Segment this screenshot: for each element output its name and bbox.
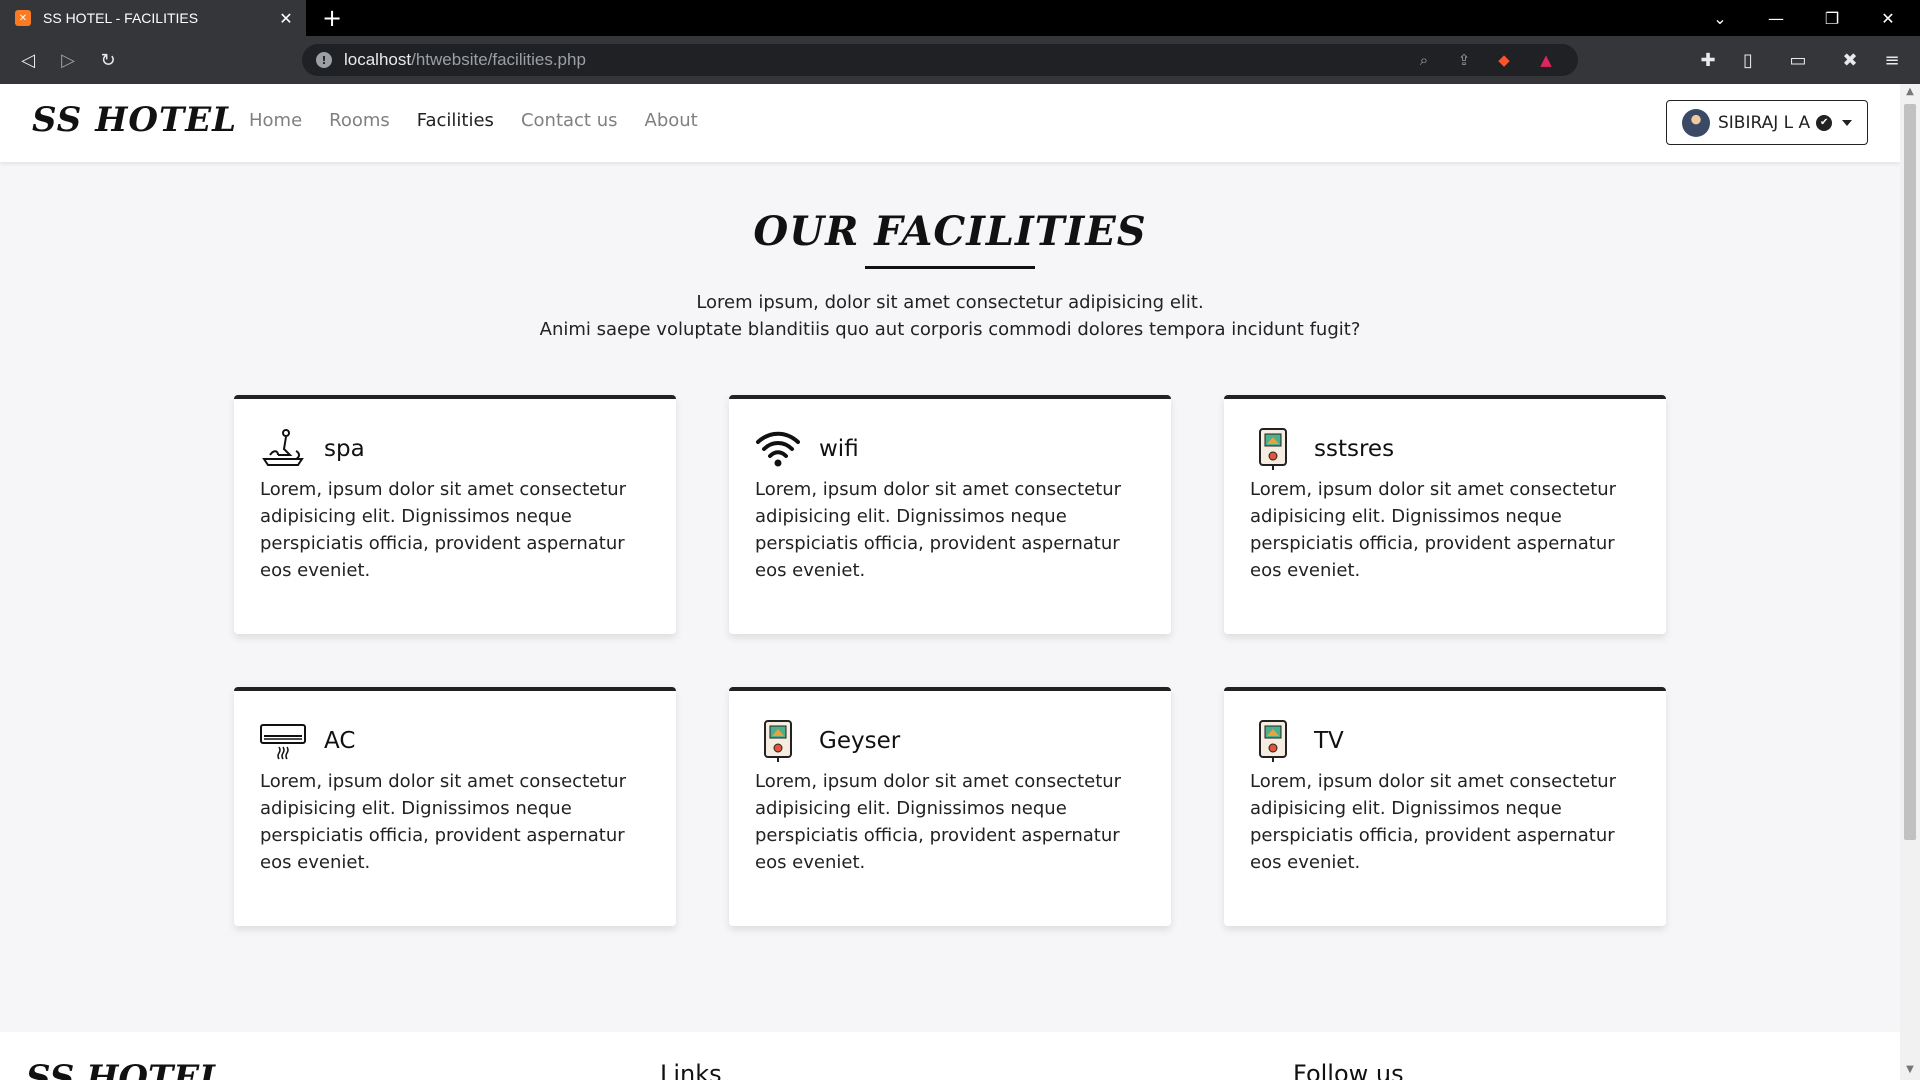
heater-icon <box>1250 719 1296 763</box>
url-host: localhost <box>344 50 412 69</box>
facility-title: TV <box>1314 728 1344 754</box>
facility-card-geyser: Geyser Lorem, ipsum dolor sit amet conse… <box>729 687 1171 926</box>
facility-title: Geyser <box>819 728 901 754</box>
back-icon[interactable]: ◁ <box>14 46 42 74</box>
air-conditioner-icon <box>260 719 306 763</box>
intro-text: Lorem ipsum, dolor sit amet consectetur … <box>0 289 1900 343</box>
page-scrollbar[interactable]: ▲ ▼ <box>1900 84 1920 1080</box>
new-tab-button[interactable]: + <box>318 4 346 32</box>
user-dropdown-button[interactable]: SIBIRAJ L A ✔ <box>1666 100 1868 145</box>
nav-links: Home Rooms Facilities Contact us About <box>249 110 698 131</box>
facility-title: sstsres <box>1314 436 1395 462</box>
facility-card-spa: spa Lorem, ipsum dolor sit amet consecte… <box>234 395 676 634</box>
browser-tab-strip: ✕ SS HOTEL - FACILITIES ✕ + ⌄ — ❐ ✕ <box>0 0 1920 36</box>
facility-title: AC <box>324 728 356 754</box>
forward-icon[interactable]: ▷ <box>54 46 82 74</box>
intro-line-1: Lorem ipsum, dolor sit amet consectetur … <box>696 292 1204 313</box>
page-title: OUR FACILITIES <box>753 208 1147 255</box>
chevron-down-icon <box>1842 119 1853 126</box>
title-underline <box>865 266 1035 269</box>
brave-shield-icon[interactable]: ◆ <box>1494 50 1514 70</box>
restore-button[interactable]: ❐ <box>1804 0 1860 36</box>
zoom-icon[interactable]: ⌕ <box>1414 50 1434 70</box>
site-navbar: SS HOTEL Home Rooms Facilities Contact u… <box>0 84 1900 162</box>
facility-description: Lorem, ipsum dolor sit amet consectetur … <box>755 479 1122 581</box>
url-path: /htwebsite/facilities.php <box>411 50 586 69</box>
nav-link-rooms[interactable]: Rooms <box>329 110 390 131</box>
facility-title: wifi <box>819 436 859 462</box>
heater-icon <box>755 719 801 763</box>
facility-description: Lorem, ipsum dolor sit amet consectetur … <box>260 771 627 873</box>
scroll-up-icon[interactable]: ▲ <box>1900 86 1920 100</box>
avatar <box>1682 108 1710 137</box>
sidebar-icon[interactable]: ▯ <box>1734 46 1762 74</box>
nav-link-home[interactable]: Home <box>249 110 302 131</box>
nav-link-about[interactable]: About <box>645 110 698 131</box>
scroll-thumb[interactable] <box>1904 104 1916 840</box>
tab-search-icon[interactable]: ⌄ <box>1692 0 1748 36</box>
wifi-icon <box>755 427 801 471</box>
facility-description: Lorem, ipsum dolor sit amet consectetur … <box>755 771 1122 873</box>
footer-brand: SS HOTEL <box>26 1058 224 1080</box>
wallet-icon[interactable]: ▭ <box>1784 46 1812 74</box>
minimize-button[interactable]: — <box>1748 0 1804 36</box>
share-icon[interactable]: ⇪ <box>1454 50 1474 70</box>
browser-tab[interactable]: ✕ SS HOTEL - FACILITIES ✕ <box>0 0 306 36</box>
brave-rewards-icon[interactable]: ▲ <box>1536 50 1556 70</box>
menu-icon[interactable]: ≡ <box>1878 46 1906 74</box>
xampp-favicon-icon: ✕ <box>15 10 31 26</box>
facility-title: spa <box>324 436 365 462</box>
site-info-icon[interactable]: ! <box>316 52 332 68</box>
browser-toolbar: ◁ ▷ ↻ ! localhost /htwebsite/facilities.… <box>0 36 1920 84</box>
facility-card-sstsres: sstsres Lorem, ipsum dolor sit amet cons… <box>1224 395 1666 634</box>
facility-description: Lorem, ipsum dolor sit amet consectetur … <box>260 479 627 581</box>
page-viewport: SS HOTEL Home Rooms Facilities Contact u… <box>0 84 1900 1080</box>
facility-description: Lorem, ipsum dolor sit amet consectetur … <box>1250 771 1617 873</box>
facility-card-tv: TV Lorem, ipsum dolor sit amet consectet… <box>1224 687 1666 926</box>
nav-link-facilities[interactable]: Facilities <box>417 110 494 131</box>
site-footer: SS HOTEL Links Follow us <box>0 1032 1900 1080</box>
footer-follow-heading: Follow us <box>1293 1060 1404 1080</box>
extensions-icon[interactable]: ✚ <box>1694 46 1722 74</box>
reload-icon[interactable]: ↻ <box>94 46 122 74</box>
facility-card-wifi: wifi Lorem, ipsum dolor sit amet consect… <box>729 395 1171 634</box>
footer-links-heading: Links <box>660 1060 722 1080</box>
spa-icon <box>260 427 306 471</box>
facility-description: Lorem, ipsum dolor sit amet consectetur … <box>1250 479 1617 581</box>
scroll-down-icon[interactable]: ▼ <box>1900 1064 1920 1078</box>
close-tab-icon[interactable]: ✕ <box>276 9 296 28</box>
address-bar[interactable]: ! localhost /htwebsite/facilities.php ⌕ … <box>302 44 1578 76</box>
profile-extension-icon[interactable]: ✖ <box>1836 46 1864 74</box>
heater-icon <box>1250 427 1296 471</box>
close-window-button[interactable]: ✕ <box>1860 0 1916 36</box>
verified-icon: ✔ <box>1816 114 1833 131</box>
site-brand[interactable]: SS HOTEL <box>32 100 237 140</box>
intro-line-2: Animi saepe voluptate blanditiis quo aut… <box>539 319 1361 340</box>
user-name: SIBIRAJ L A <box>1718 112 1811 133</box>
tab-title: SS HOTEL - FACILITIES <box>43 10 199 26</box>
facility-card-ac: AC Lorem, ipsum dolor sit amet consectet… <box>234 687 676 926</box>
nav-link-contact[interactable]: Contact us <box>521 110 618 131</box>
